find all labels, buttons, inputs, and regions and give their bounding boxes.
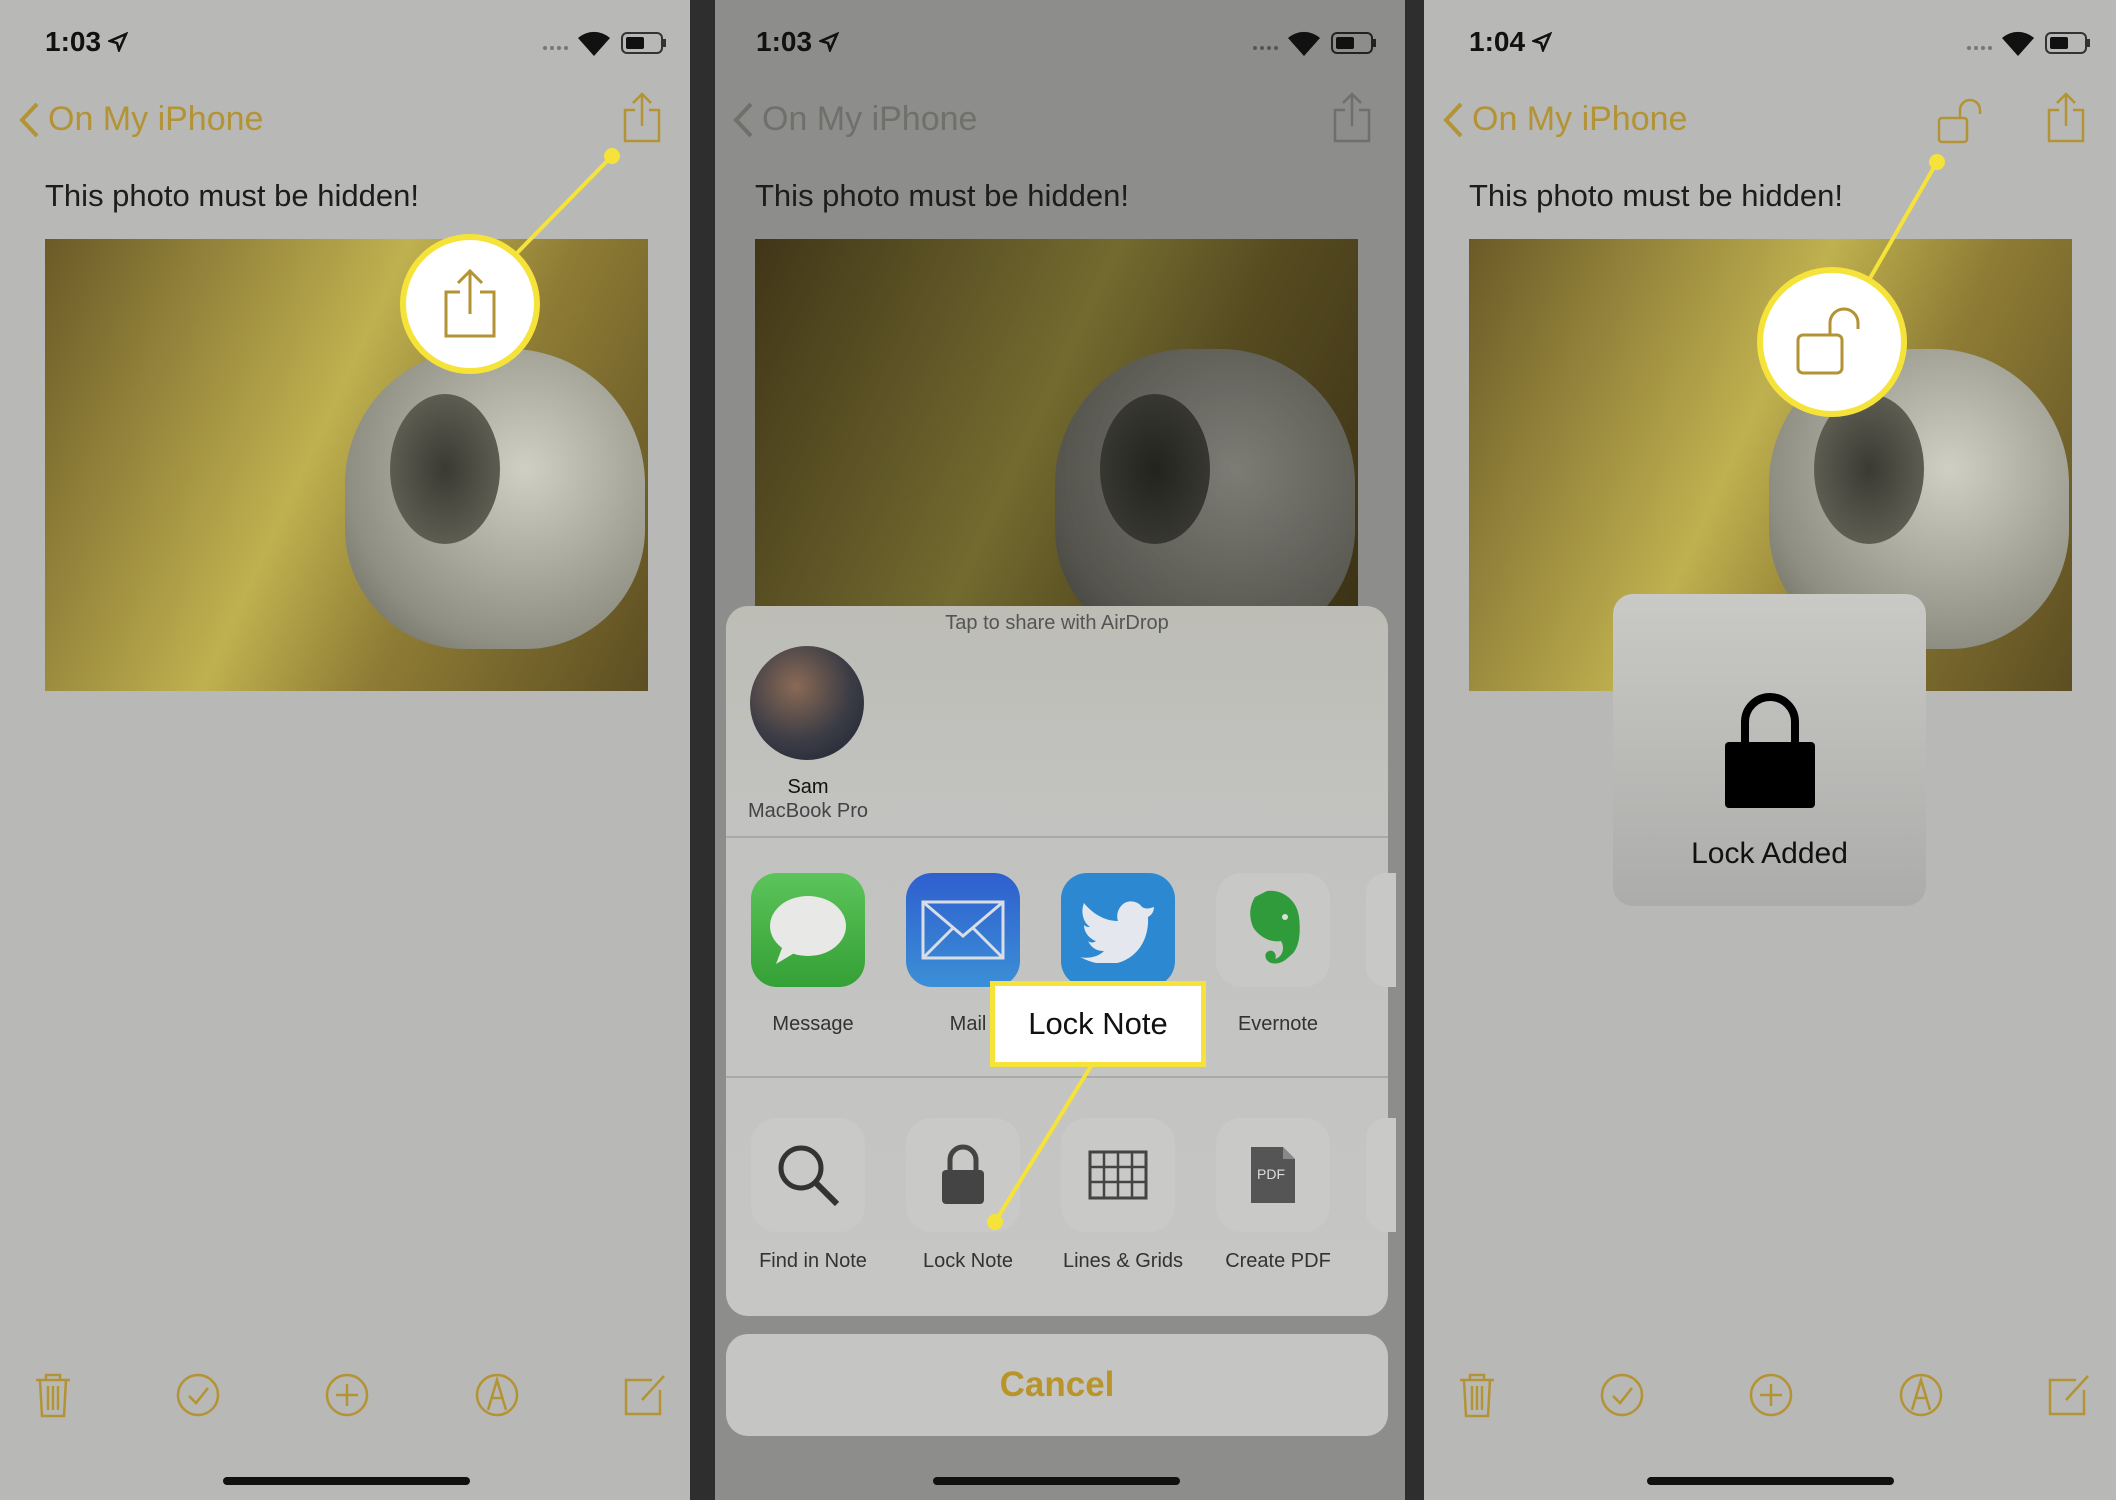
- trash-icon[interactable]: [1454, 1372, 1500, 1418]
- callout-line: [513, 148, 620, 257]
- panel-lock-added: 1:04 On My iPhone This photo must be hid…: [1424, 0, 2116, 1500]
- home-indicator: [1647, 1477, 1894, 1485]
- panel-share-sheet: 1:03 On My iPhone This photo must be hid…: [715, 0, 1405, 1500]
- compose-icon[interactable]: [622, 1372, 668, 1418]
- home-indicator: [933, 1477, 1180, 1485]
- share-callout: [400, 234, 540, 374]
- share-icon: [444, 268, 496, 338]
- trash-icon[interactable]: [30, 1372, 76, 1418]
- checklist-icon[interactable]: [1599, 1372, 1645, 1418]
- lock-note-callout: Lock Note: [990, 981, 1206, 1067]
- callout-line: [987, 1064, 1093, 1230]
- lock-icon: [1725, 693, 1815, 808]
- panel-note-view: 1:03 On My iPhone This photo must be hid…: [0, 0, 690, 1500]
- compose-icon[interactable]: [2046, 1372, 2092, 1418]
- checklist-icon[interactable]: [175, 1372, 221, 1418]
- markup-icon[interactable]: [1898, 1372, 1944, 1418]
- unlock-icon: [1796, 307, 1860, 375]
- home-indicator: [223, 1477, 470, 1485]
- cancel-button[interactable]: Cancel: [726, 1334, 1388, 1436]
- add-icon[interactable]: [324, 1372, 370, 1418]
- unlock-callout: [1757, 267, 1907, 417]
- markup-icon[interactable]: [474, 1372, 520, 1418]
- add-icon[interactable]: [1748, 1372, 1794, 1418]
- hud-label: Lock Added: [1691, 837, 1848, 870]
- lock-added-hud: Lock Added: [1613, 594, 1926, 906]
